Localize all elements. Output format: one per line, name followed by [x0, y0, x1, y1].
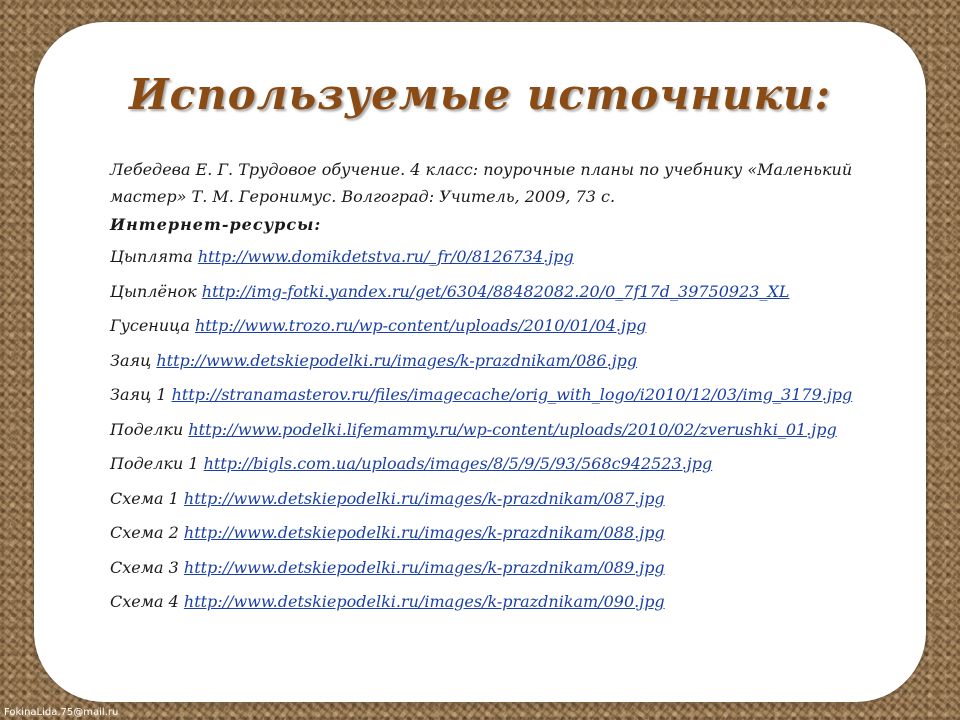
resource-item: Поделки 1 http://bigls.com.ua/uploads/im… — [110, 447, 920, 482]
resource-label: Схема 2 — [110, 523, 184, 542]
resource-label: Заяц — [110, 350, 157, 370]
resource-link[interactable]: http://img-fotki.yandex.ru/get/6304/8848… — [202, 282, 790, 301]
resource-item: Схема 4 http://www.detskiepodelki.ru/ima… — [110, 585, 920, 620]
resource-item: Поделки http://www.podelki.lifemammy.ru/… — [110, 413, 920, 448]
resource-link[interactable]: http://www.trozo.ru/wp-content/uploads/2… — [195, 316, 646, 335]
resource-item: Гусеница http://www.trozo.ru/wp-content/… — [110, 309, 920, 344]
resource-label: Схема 1 — [110, 488, 184, 508]
resource-link[interactable]: http://www.detskiepodelki.ru/images/k-pr… — [184, 558, 665, 577]
resource-label: Схема 4 — [110, 592, 184, 611]
resource-label: Заяц 1 — [110, 385, 172, 404]
author-watermark: FokinaLida.75@mail.ru — [4, 707, 119, 718]
resource-link[interactable]: http://www.domikdetstva.ru/_fr/0/8126734… — [198, 247, 574, 266]
resource-item: Заяц http://www.detskiepodelki.ru/images… — [110, 344, 920, 379]
resource-link[interactable]: http://www.detskiepodelki.ru/images/k-pr… — [184, 592, 665, 611]
resource-item: Цыплята http://www.domikdetstva.ru/_fr/0… — [110, 240, 920, 275]
resource-label: Цыплята — [110, 247, 198, 266]
book-reference: Лебедева Е. Г. Трудовое обучение. 4 клас… — [110, 160, 853, 206]
resource-label: Цыплёнок — [110, 281, 202, 301]
resource-link[interactable]: http://www.podelki.lifemammy.ru/wp-conte… — [188, 420, 836, 439]
resource-label: Поделки — [110, 419, 189, 439]
internet-resources-heading: Интернет-ресурсы: — [110, 215, 322, 234]
resource-link[interactable]: http://www.detskiepodelki.ru/images/k-pr… — [156, 351, 637, 370]
resource-label: Поделки 1 — [110, 454, 204, 473]
resource-item: Схема 2 http://www.detskiepodelki.ru/ima… — [110, 516, 920, 551]
resource-label: Схема 3 — [110, 557, 184, 577]
resource-link[interactable]: http://bigls.com.ua/uploads/images/8/5/9… — [204, 454, 713, 473]
slide-panel: Используемые источники: Лебедева Е. Г. Т… — [34, 22, 926, 702]
slide-title: Используемые источники: — [128, 70, 832, 119]
resource-link[interactable]: http://www.detskiepodelki.ru/images/k-pr… — [184, 489, 665, 508]
resource-link[interactable]: http://www.detskiepodelki.ru/images/k-pr… — [184, 523, 665, 542]
sources-list: Лебедева Е. Г. Трудовое обучение. 4 клас… — [110, 156, 920, 620]
resource-item: Схема 1 http://www.detskiepodelki.ru/ima… — [110, 482, 920, 517]
resource-item: Заяц 1 http://stranamasterov.ru/files/im… — [110, 378, 920, 413]
resource-label: Гусеница — [110, 316, 195, 335]
resource-item: Цыплёнок http://img-fotki.yandex.ru/get/… — [110, 275, 920, 310]
resource-link[interactable]: http://stranamasterov.ru/files/imagecach… — [172, 385, 853, 404]
resource-item: Схема 3 http://www.detskiepodelki.ru/ima… — [110, 551, 920, 586]
